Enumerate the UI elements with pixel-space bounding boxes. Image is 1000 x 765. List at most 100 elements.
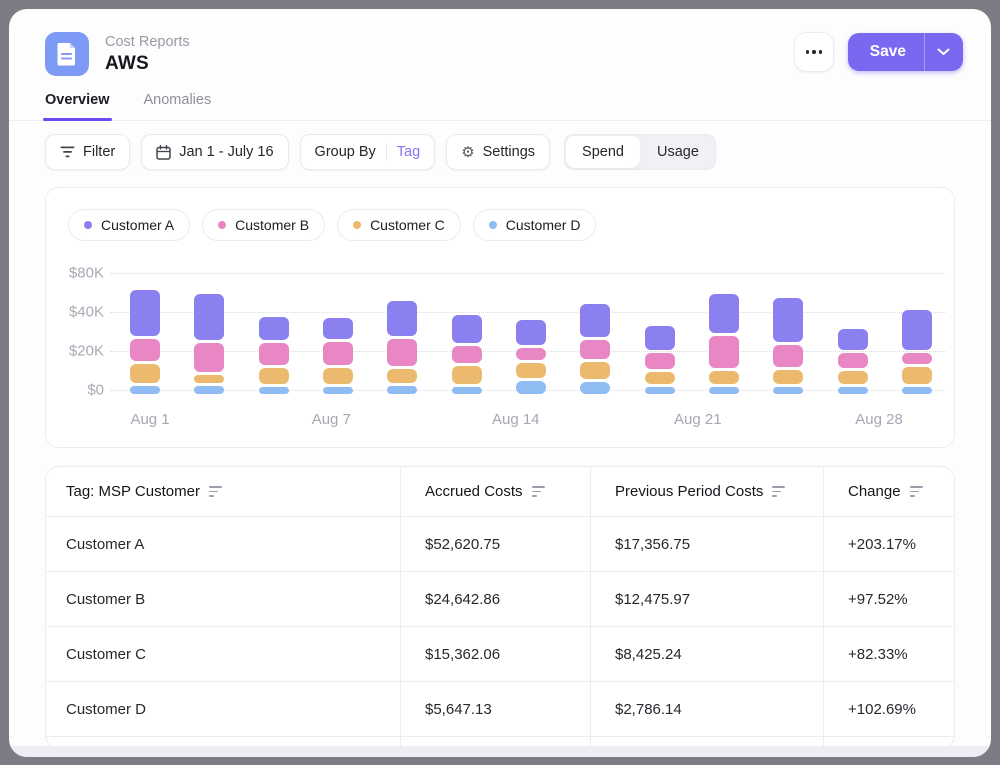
chevron-down-icon <box>937 48 950 56</box>
date-range-button[interactable]: Jan 1 - July 16 <box>141 134 288 170</box>
report-identity: Cost Reports AWS <box>45 32 190 76</box>
stacked-bar-1[interactable] <box>130 290 160 394</box>
stacked-bar-4[interactable] <box>323 318 353 394</box>
calendar-icon <box>156 145 171 160</box>
sort-icon <box>209 486 222 496</box>
legend-customer-a[interactable]: Customer A <box>68 209 190 241</box>
x-tick-label: Aug 21 <box>674 411 722 428</box>
column-header-accrued-costs[interactable]: Accrued Costs <box>400 467 590 516</box>
table-row-customer-a[interactable]: Customer A$52,620.75$17,356.75+203.17% <box>46 516 954 571</box>
bar-segment-customer-c <box>902 367 932 384</box>
table-cell: Customer A <box>46 517 400 571</box>
settings-button[interactable]: ⚙ Settings <box>446 134 550 170</box>
tab-anomalies[interactable]: Anomalies <box>144 92 212 120</box>
chart-bars <box>130 253 932 394</box>
bar-segment-customer-c <box>259 368 289 384</box>
save-button[interactable]: Save <box>848 33 924 71</box>
legend-dot-icon <box>218 221 226 229</box>
sort-icon <box>910 486 923 496</box>
gear-icon: ⚙ <box>461 145 474 160</box>
chart-x-axis: Aug 1Aug 7Aug 14Aug 21Aug 28 <box>130 403 932 435</box>
table-row-customer-d[interactable]: Customer D$5,647.13$2,786.14+102.69% <box>46 681 954 736</box>
legend-dot-icon <box>84 221 92 229</box>
bar-segment-customer-b <box>838 353 868 368</box>
tab-overview[interactable]: Overview <box>45 92 110 120</box>
segment-usage[interactable]: Usage <box>641 135 715 169</box>
bar-segment-customer-c <box>580 362 610 379</box>
legend-customer-b[interactable]: Customer B <box>202 209 325 241</box>
stacked-bar-9[interactable] <box>645 326 675 394</box>
column-header-label: Change <box>848 483 901 500</box>
bar-segment-customer-a <box>580 304 610 337</box>
spend-usage-toggle: SpendUsage <box>564 134 716 170</box>
stacked-bar-6[interactable] <box>452 315 482 394</box>
more-options-button[interactable] <box>794 32 834 72</box>
header-actions: Save <box>794 32 963 72</box>
bar-segment-customer-c <box>323 368 353 384</box>
bar-segment-customer-a <box>387 301 417 336</box>
group-by-label: Group By <box>315 144 376 160</box>
stacked-bar-13[interactable] <box>902 310 932 394</box>
bar-segment-customer-d <box>773 387 803 394</box>
filter-button[interactable]: Filter <box>45 134 130 170</box>
bar-segment-customer-b <box>323 342 353 365</box>
stacked-bar-2[interactable] <box>194 294 224 394</box>
filter-icon <box>60 146 75 158</box>
table-cell: $2,786.14 <box>590 682 823 736</box>
table-cell: Customer B <box>46 572 400 626</box>
bar-segment-customer-a <box>902 310 932 350</box>
bar-segment-customer-a <box>323 318 353 339</box>
chart-legend: Customer A Customer B Customer C Customer D <box>46 209 954 241</box>
document-icon <box>56 42 78 66</box>
bar-segment-customer-a <box>452 315 482 343</box>
save-dropdown-button[interactable] <box>924 33 963 71</box>
bar-segment-customer-d <box>259 387 289 394</box>
column-header-previous-period-costs[interactable]: Previous Period Costs <box>590 467 823 516</box>
bar-segment-customer-a <box>773 298 803 342</box>
bar-segment-customer-a <box>709 294 739 333</box>
legend-label: Customer B <box>235 217 309 233</box>
table-cell: $5,647.13 <box>400 682 590 736</box>
bar-segment-customer-b <box>452 346 482 363</box>
bar-segment-customer-d <box>194 386 224 394</box>
bar-segment-customer-b <box>194 343 224 372</box>
page-background-strip <box>9 746 991 757</box>
bar-segment-customer-b <box>387 339 417 366</box>
stacked-bar-11[interactable] <box>773 298 803 394</box>
table-cell: $17,356.75 <box>590 517 823 571</box>
stacked-bar-5[interactable] <box>387 301 417 394</box>
table-row-customer-b[interactable]: Customer B$24,642.86$12,475.97+97.52% <box>46 571 954 626</box>
table-cell: Customer D <box>46 682 400 736</box>
x-tick-label: Aug 7 <box>312 411 351 428</box>
bar-segment-customer-a <box>516 320 546 345</box>
column-header-label: Accrued Costs <box>425 483 523 500</box>
bar-segment-customer-b <box>709 336 739 368</box>
bar-segment-customer-a <box>645 326 675 350</box>
bar-segment-customer-c <box>452 366 482 384</box>
stacked-bar-12[interactable] <box>838 329 868 394</box>
bar-segment-customer-d <box>709 387 739 394</box>
stacked-bar-8[interactable] <box>580 304 610 394</box>
legend-customer-d[interactable]: Customer D <box>473 209 597 241</box>
bar-segment-customer-b <box>773 345 803 367</box>
bar-segment-customer-b <box>645 353 675 369</box>
stacked-bar-3[interactable] <box>259 317 289 394</box>
bar-segment-customer-d <box>452 387 482 394</box>
column-header-tag-msp-customer[interactable]: Tag: MSP Customer <box>46 467 400 516</box>
segment-spend[interactable]: Spend <box>566 136 640 168</box>
bar-segment-customer-b <box>580 340 610 359</box>
column-header-label: Tag: MSP Customer <box>66 483 200 500</box>
bar-segment-customer-b <box>130 339 160 361</box>
legend-customer-c[interactable]: Customer C <box>337 209 461 241</box>
table-row-customer-c[interactable]: Customer C$15,362.06$8,425.24+82.33% <box>46 626 954 681</box>
group-by-button[interactable]: Group By Tag <box>300 134 436 170</box>
stacked-bar-7[interactable] <box>516 320 546 394</box>
x-tick-label: Aug 14 <box>492 411 540 428</box>
stacked-bar-10[interactable] <box>709 294 739 394</box>
legend-label: Customer D <box>506 217 581 233</box>
table-cell: Customer C <box>46 627 400 681</box>
chart-plot <box>110 253 946 399</box>
column-header-change[interactable]: Change <box>823 467 954 516</box>
x-tick-label: Aug 1 <box>130 411 169 428</box>
tab-bar: Overview Anomalies <box>9 76 991 121</box>
